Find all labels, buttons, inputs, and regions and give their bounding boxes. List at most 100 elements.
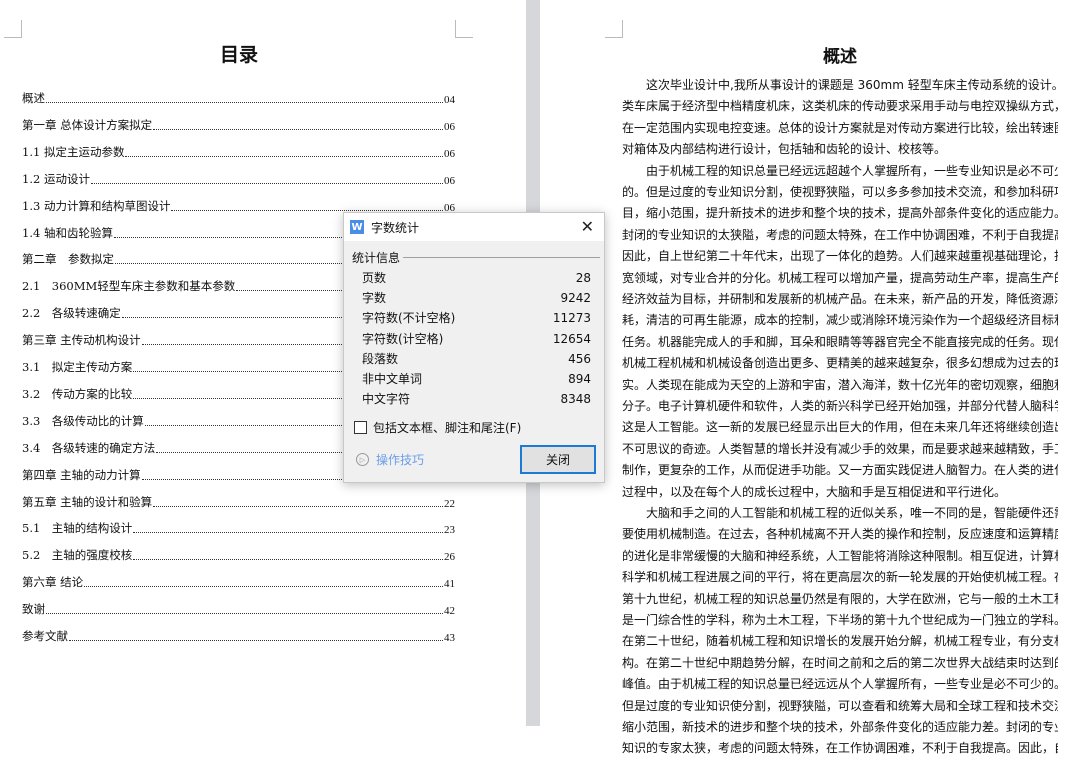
toc-entry[interactable]: 1.2 运动设计 06	[22, 171, 455, 187]
stat-value: 12654	[552, 331, 591, 346]
stat-row: 中文字符 8348	[362, 390, 591, 408]
toc-leader-dots	[153, 128, 443, 130]
close-button[interactable]: 关闭	[520, 445, 596, 474]
toc-entry-label: 2.1 360MM轻型车床主参数和基本参数	[22, 279, 236, 294]
body-text-line: 大脑和手之间的人工智能和机械工程的近似关系，唯一不同的是，智能硬件还需	[646, 506, 1058, 520]
toc-entry[interactable]: 概述 04	[22, 90, 455, 106]
body-text-line: 经济效益为目标，并研制和发展新的机械产品。在未来，新产品的开发，降低资源消	[622, 292, 1058, 306]
toc-entry[interactable]: 5.2 主轴的强度校核 26	[22, 547, 455, 563]
word-count-dialog: W 字数统计 ✕ 统计信息 页数 28 字数 9242 字符数(不计空格) 11273 字符…	[343, 212, 605, 483]
body-text-line: 的进化是非常缓慢的大脑和神经系统，人工智能将消除这种限制。相互促进，计算机	[622, 548, 1058, 563]
stat-label: 字符数(不计空格)	[362, 311, 456, 326]
toc-page-number: 42	[444, 605, 455, 618]
toc-entry[interactable]: 致谢 42	[22, 601, 455, 617]
stat-value: 8348	[560, 392, 591, 407]
toc-entry-label: 1.2 运动设计	[22, 171, 90, 186]
close-icon[interactable]: ✕	[581, 217, 594, 236]
body-text-line: 峰值。由于机械工程的知识总量已经远远从个人掌握所有，一些专业是必不可少的。	[622, 677, 1058, 692]
body-text-line: 目，缩小范围，提升新技术的进步和整个块的技术，提高外部条件变化的适应能力。	[622, 206, 1058, 221]
toc-leader-dots	[125, 155, 443, 157]
body-text-line: 在第二十世纪，随着机械工程和知识增长的发展开始分解，机械工程专业，有分支机	[622, 634, 1058, 649]
body-text-line: 任务。机器能完成人的手和脚，耳朵和眼睛等等器官完全不能直接完成的任务。现代	[622, 334, 1058, 349]
stat-row: 段落数 456	[362, 350, 591, 368]
stats-section-header: 统计信息	[352, 249, 600, 266]
stat-label: 段落数	[362, 351, 399, 366]
body-text-line: 构。在第二十世纪中期趋势分解，在时间之前和之后的第二次世界大战结束时达到的	[622, 655, 1058, 670]
toc-leader-dots	[46, 102, 443, 103]
toc-entry[interactable]: 第六章 结论 41	[22, 574, 455, 590]
body-text-line: 是一门综合性的学科，称为土木工程，下半场的第十九个世纪成为一门独立的学科。	[622, 613, 1058, 627]
wps-writer-icon: W	[350, 220, 364, 234]
stat-row: 字符数(不计空格) 11273	[362, 309, 591, 327]
stat-label: 中文字符	[362, 392, 411, 407]
toc-entry-label: 3.4 各级转速的确定方法	[22, 440, 156, 455]
toc-leader-dots	[153, 505, 443, 507]
toc-entry[interactable]: 参考文献 43	[22, 628, 455, 644]
body-text-line: 由于机械工程的知识总量已经远远超越个人掌握所有，一些专业知识是必不可少	[646, 163, 1058, 178]
stat-value: 28	[575, 271, 591, 285]
toc-entry[interactable]: 第一章 总体设计方案拟定 06	[22, 117, 455, 133]
toc-page-number: 04	[444, 94, 455, 106]
stat-label: 字符数(计空格)	[362, 331, 444, 346]
toc-entry-label: 概述	[22, 91, 45, 105]
stat-label: 页数	[362, 271, 387, 285]
margin-corner-mark	[605, 20, 623, 38]
body-text-line: 但是过度的专业知识使分割，视野狭隘，可以查看和统筹大局和全球工程和技术交流，	[622, 698, 1058, 713]
stat-row: 页数 28	[362, 269, 591, 287]
toc-entry-label: 2.2 各级转速确定	[22, 306, 121, 321]
toc-entry-label: 3.1 拟定主传动方案	[22, 360, 133, 374]
toc-entry-label: 第二章 参数拟定	[22, 252, 114, 267]
dialog-title: 字数统计	[371, 220, 420, 235]
toc-entry-label: 3.2 传动方案的比较	[22, 386, 133, 401]
toc-entry-label: 第四章 主轴的动力计算	[22, 467, 141, 482]
margin-corner-mark	[455, 20, 473, 38]
toc-entry[interactable]: 第五章 主轴的设计和验算 22	[22, 494, 455, 510]
checkbox-label: 包括文本框、脚注和尾注(F)	[373, 421, 522, 435]
toc-entry-label: 1.4 轴和齿轮验算	[22, 225, 113, 240]
stat-label: 字数	[362, 291, 387, 306]
body-text-line: 因此，自上世纪第二十年代末，出现了一体化的趋势。人们越来越重视基础理论，拓	[622, 249, 1058, 264]
stat-row: 字符数(计空格) 12654	[362, 330, 591, 348]
toc-leader-dots	[69, 640, 443, 641]
toc-entry-label: 第五章 主轴的设计和验算	[22, 494, 153, 509]
stat-value: 894	[568, 372, 591, 386]
toc-entry[interactable]: 1.1 拟定主运动参数 06	[22, 144, 455, 160]
body-text-line: 这次毕业设计中,我所从事设计的课题是 360mm 轻型车床主传动系统的设计。此	[646, 78, 1058, 92]
body-text-line: 耗，清洁的可再生能源，成本的控制，减少或消除环境污染作为一个超级经济目标和	[622, 313, 1058, 328]
body-text-line: 分子。电子计算机硬件和软件，人类的新兴科学已经开始加强，并部分代替人脑科学，	[622, 399, 1058, 413]
toc-page-number: 43	[444, 632, 455, 644]
stat-value: 11273	[552, 311, 591, 326]
body-text-line: 在一定范围内实现电控变速。总体的设计方案就是对传动方案进行比较，绘出转速图，	[622, 120, 1058, 135]
toc-page-number: 06	[444, 174, 455, 187]
toc-entry-label: 5.1 主轴的结构设计	[22, 521, 133, 536]
toc-entry-label: 参考文献	[22, 629, 68, 643]
checkbox-box[interactable]	[354, 421, 367, 434]
dialog-titlebar[interactable]: W 字数统计 ✕	[344, 213, 604, 241]
body-text-line: 的。但是过度的专业知识分割，使视野狭隘，可以多多参加技术交流，和参加科研项	[622, 185, 1058, 199]
toc-page-number: 22	[444, 497, 455, 510]
toc-leader-dots	[133, 532, 443, 534]
body-text-line: 对箱体及内部结构进行设计，包括轴和齿轮的设计、校核等。	[622, 142, 947, 157]
body-text-line: 这是人工智能。这一新的发展已经显示出巨大的作用，但在未来几年还将继续创造出	[622, 420, 1058, 435]
body-text-line: 过程中，以及在每个人的成长过程中，大脑和手是互相促进和平行进化。	[622, 484, 1007, 499]
toc-page-number: 41	[444, 578, 455, 591]
include-textbox-footnotes-checkbox[interactable]: 包括文本框、脚注和尾注(F)	[354, 419, 521, 436]
tips-label: 操作技巧	[376, 453, 425, 467]
body-text-line: 科学和机械工程进展之间的平行，将在更高层次的新一轮发展的开始使机械工程。在	[622, 570, 1058, 585]
toc-page-number: 06	[444, 147, 455, 160]
toc-leader-dots	[171, 209, 443, 211]
stat-value: 9242	[560, 291, 591, 306]
toc-entry-label: 3.3 各级传动比的计算	[22, 413, 144, 428]
toc-entry-label: 5.2 主轴的强度校核	[22, 548, 133, 563]
body-text-line: 缩小范围，新技术的进步和整个块的技术，外部条件变化的适应能力差。封闭的专业	[622, 720, 1058, 734]
toc-entry-label: 1.1 拟定主运动参数	[22, 144, 125, 159]
toc-entry-label: 1.3 动力计算和结构草图设计	[22, 198, 171, 213]
body-text-line: 类车床属于经济型中档精度机床，这类机床的传动要求采用手动与电控双操纵方式，	[622, 99, 1058, 114]
toc-entry-label: 第六章 结论	[22, 575, 84, 590]
toc-entry[interactable]: 5.1 主轴的结构设计 23	[22, 520, 455, 536]
margin-corner-mark	[4, 20, 22, 38]
toc-entry-label: 第一章 总体设计方案拟定	[22, 117, 153, 132]
body-text-line: 机械工程机械和机械设备创造出更多、更精美的越来越复杂，很多幻想成为过去的现	[622, 356, 1058, 371]
toc-leader-dots	[84, 586, 443, 588]
tips-link[interactable]: ▷ 操作技巧	[356, 451, 424, 468]
